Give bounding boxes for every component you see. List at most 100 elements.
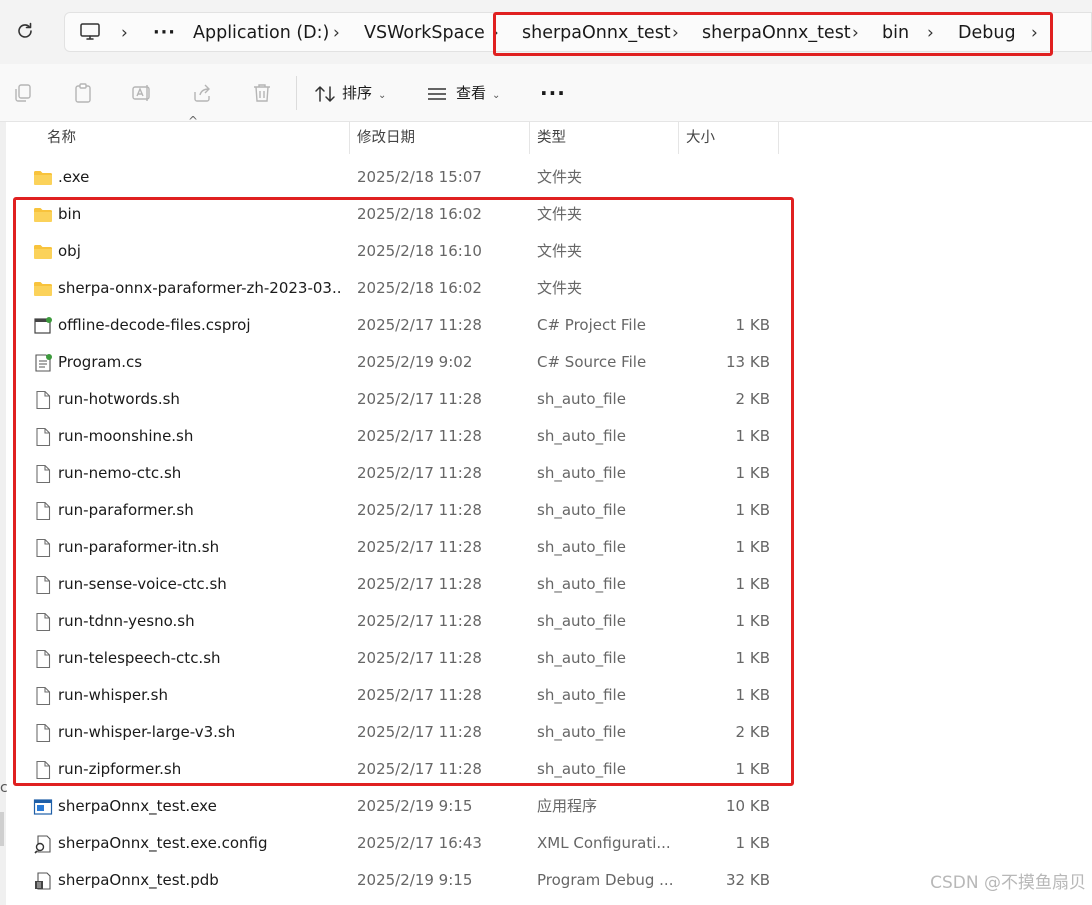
file-name[interactable]: Program.cs [58, 344, 340, 381]
column-header-type[interactable]: 类型 [537, 122, 566, 154]
file-row[interactable]: run-paraformer.sh 2025/2/17 11:28 sh_auto_… [0, 492, 800, 529]
file-date: 2025/2/17 11:28 [357, 538, 482, 556]
refresh-icon[interactable] [14, 20, 36, 42]
more-options-button[interactable]: ··· [540, 76, 566, 110]
sort-button[interactable]: 排序 ⌄ [314, 76, 386, 110]
file-name[interactable]: run-telespeech-ctc.sh [58, 640, 340, 677]
file-file-icon [33, 427, 53, 447]
file-name[interactable]: run-paraformer.sh [58, 492, 340, 529]
file-file-icon [33, 390, 53, 410]
file-file-icon [33, 723, 53, 743]
file-name[interactable]: sherpaOnnx_test.exe.config [58, 825, 340, 862]
chevron-right-icon[interactable]: › [333, 13, 340, 53]
watermark: CSDN @不摸鱼扇贝 [930, 873, 1086, 893]
file-size: 1 KB [735, 538, 770, 556]
file-file-icon [33, 575, 53, 595]
breadcrumb-item-drive[interactable]: Application (D:) [193, 13, 329, 53]
column-header-row: ^ 名称 修改日期 类型 大小 [0, 114, 1092, 154]
file-row[interactable]: run-telespeech-ctc.sh 2025/2/17 11:28 sh_a… [0, 640, 800, 677]
file-row[interactable]: run-whisper-large-v3.sh 2025/2/17 11:28 sh… [0, 714, 800, 751]
exe-file-icon [33, 797, 53, 817]
chevron-right-icon[interactable]: › [492, 13, 499, 53]
chevron-right-icon[interactable]: › [672, 13, 679, 53]
file-row[interactable]: sherpa-onnx-paraformer-zh-2023-03... 2025… [0, 270, 800, 307]
chevron-right-icon[interactable]: › [121, 13, 128, 53]
chevron-right-icon[interactable]: › [1031, 13, 1038, 53]
breadcrumb-item-debug[interactable]: Debug [958, 13, 1016, 53]
file-row[interactable]: run-zipformer.sh 2025/2/17 11:28 sh_auto_f… [0, 751, 800, 788]
file-name[interactable]: run-paraformer-itn.sh [58, 529, 340, 566]
column-divider[interactable] [678, 122, 679, 154]
column-header-size[interactable]: 大小 [686, 122, 715, 154]
file-size [680, 233, 770, 270]
file-row[interactable]: run-paraformer-itn.sh 2025/2/17 11:28 sh_a… [0, 529, 800, 566]
file-date: 2025/2/17 11:28 [357, 723, 482, 741]
file-name[interactable]: obj [58, 233, 340, 270]
file-name[interactable]: run-whisper.sh [58, 677, 340, 714]
file-row[interactable]: run-hotwords.sh 2025/2/17 11:28 sh_auto_fi… [0, 381, 800, 418]
file-name[interactable]: run-hotwords.sh [58, 381, 340, 418]
file-row[interactable]: run-nemo-ctc.sh 2025/2/17 11:28 sh_auto_fi… [0, 455, 800, 492]
file-name[interactable]: run-nemo-ctc.sh [58, 455, 340, 492]
file-name[interactable]: run-zipformer.sh [58, 751, 340, 788]
breadcrumb-item-vsworkspace[interactable]: VSWorkSpace [364, 13, 485, 53]
file-date: 2025/2/17 11:28 [357, 575, 482, 593]
breadcrumb-item-bin[interactable]: bin [882, 13, 909, 53]
chevron-right-icon[interactable]: › [927, 13, 934, 53]
file-name[interactable]: .exe [58, 159, 340, 196]
column-divider[interactable] [778, 122, 779, 154]
file-size: 1 KB [735, 649, 770, 667]
column-header-date[interactable]: 修改日期 [357, 122, 415, 154]
file-name[interactable]: run-whisper-large-v3.sh [58, 714, 340, 751]
rename-icon[interactable] [131, 82, 153, 104]
column-divider[interactable] [529, 122, 530, 154]
copy-icon[interactable] [12, 82, 34, 104]
file-name[interactable]: run-moonshine.sh [58, 418, 340, 455]
file-row[interactable]: sherpaOnnx_test.pdb 2025/2/19 9:15 Program… [0, 862, 800, 899]
file-name[interactable]: bin [58, 196, 340, 233]
computer-icon[interactable] [79, 22, 101, 42]
file-size: 2 KB [735, 723, 770, 741]
file-row[interactable]: Program.cs 2025/2/19 9:02 C# Source File 13… [0, 344, 800, 381]
file-date: 2025/2/17 11:28 [357, 464, 482, 482]
file-file-icon [33, 464, 53, 484]
file-date: 2025/2/17 11:28 [357, 649, 482, 667]
file-size: 1 KB [735, 834, 770, 852]
file-name[interactable]: offline-decode-files.csproj [58, 307, 340, 344]
breadcrumb-more[interactable]: ··· [153, 13, 176, 53]
file-row[interactable]: .exe 2025/2/18 15:07 文件夹 [0, 159, 800, 196]
file-date: 2025/2/17 16:43 [357, 834, 482, 852]
file-row[interactable]: run-tdnn-yesno.sh 2025/2/17 11:28 sh_auto_… [0, 603, 800, 640]
file-size: 1 KB [735, 686, 770, 704]
file-name[interactable]: run-tdnn-yesno.sh [58, 603, 340, 640]
file-row[interactable]: run-sense-voice-ctc.sh 2025/2/17 11:28 sh_… [0, 566, 800, 603]
file-type: sh_auto_file [537, 390, 626, 408]
view-button[interactable]: 查看 ⌄ [426, 76, 500, 110]
file-row[interactable]: run-moonshine.sh 2025/2/17 11:28 sh_auto_f… [0, 418, 800, 455]
file-row[interactable]: sherpaOnnx_test.exe 2025/2/19 9:15 应用程序 10 … [0, 788, 800, 825]
file-row[interactable]: sherpaOnnx_test.exe.config 2025/2/17 16:4… [0, 825, 800, 862]
breadcrumb-item-solution[interactable]: sherpaOnnx_test [522, 13, 671, 53]
file-name[interactable]: sherpaOnnx_test.pdb [58, 862, 340, 899]
file-size: 10 KB [726, 797, 770, 815]
file-name[interactable]: sherpa-onnx-paraformer-zh-2023-03... [58, 270, 340, 307]
paste-icon[interactable] [72, 82, 94, 104]
file-name[interactable]: run-sense-voice-ctc.sh [58, 566, 340, 603]
address-bar-area: › ··· Application (D:) › VSWorkSpace › s… [0, 0, 1092, 64]
file-row[interactable]: obj 2025/2/18 16:10 文件夹 [0, 233, 800, 270]
chevron-right-icon[interactable]: › [852, 13, 859, 53]
breadcrumb-item-project[interactable]: sherpaOnnx_test [702, 13, 851, 53]
file-row[interactable]: offline-decode-files.csproj 2025/2/17 11:… [0, 307, 800, 344]
sort-label: 排序 [342, 84, 373, 102]
file-row[interactable]: run-whisper.sh 2025/2/17 11:28 sh_auto_fil… [0, 677, 800, 714]
column-header-name[interactable]: 名称 [47, 122, 76, 154]
file-type: 文件夹 [537, 205, 583, 223]
file-row[interactable]: bin 2025/2/18 16:02 文件夹 [0, 196, 800, 233]
share-icon[interactable] [191, 82, 213, 104]
column-divider[interactable] [349, 122, 350, 154]
breadcrumb[interactable]: › ··· Application (D:) › VSWorkSpace › s… [64, 12, 1092, 52]
file-size: 1 KB [735, 612, 770, 630]
delete-icon[interactable] [251, 82, 273, 104]
file-name[interactable]: sherpaOnnx_test.exe [58, 788, 340, 825]
file-file-icon [33, 686, 53, 706]
